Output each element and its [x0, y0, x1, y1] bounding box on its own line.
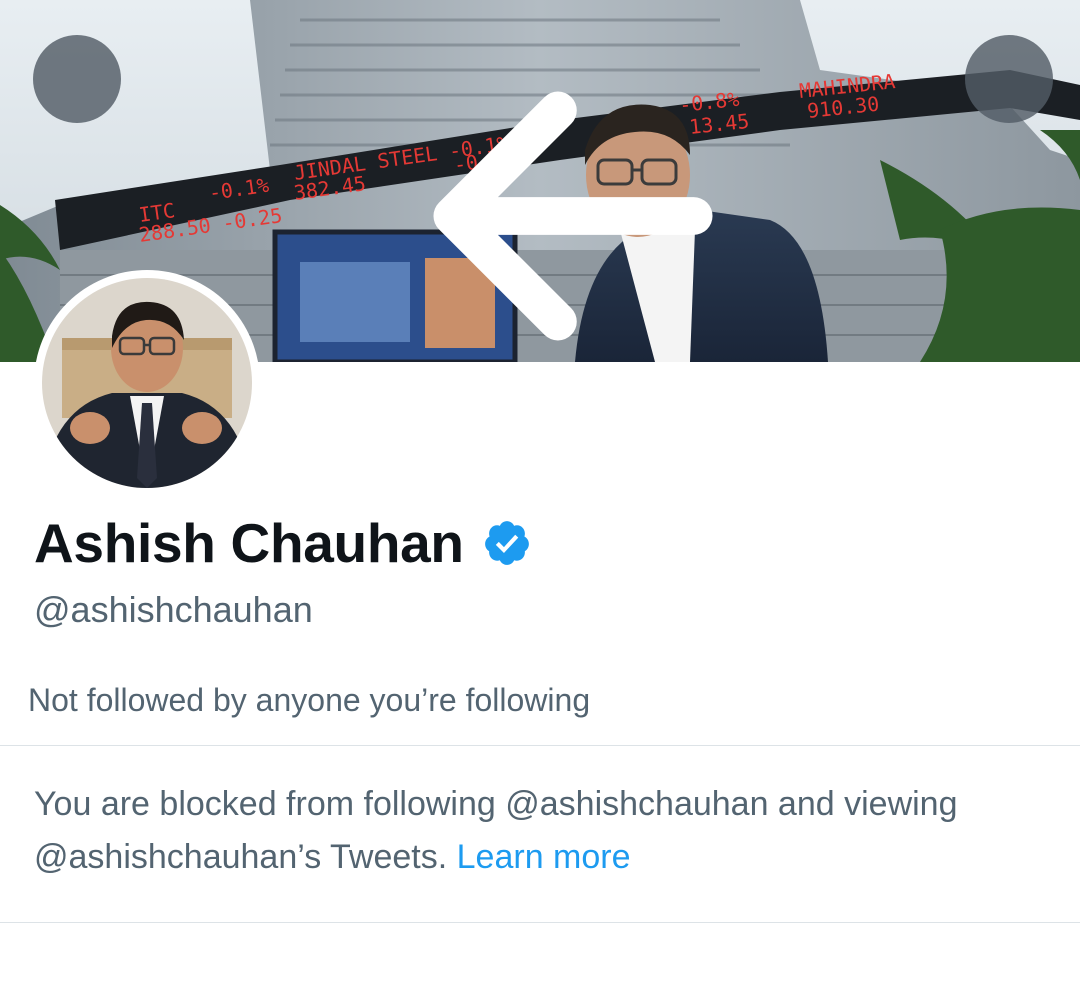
profile-page: ITC 288.50 -0.25 -0.1% JINDAL STEEL -0.1…	[0, 0, 1080, 996]
verified-badge-icon	[484, 521, 529, 565]
divider	[0, 745, 1080, 746]
profile-handle: @ashishchauhan	[34, 589, 313, 630]
more-options-button[interactable]	[965, 35, 1053, 123]
more-vertical-icon	[965, 35, 1080, 362]
blocked-notice: You are blocked from following @ashishch…	[34, 778, 1044, 884]
avatar[interactable]	[34, 270, 260, 496]
back-button[interactable]	[33, 35, 713, 341]
divider	[0, 922, 1080, 923]
learn-more-link[interactable]: Learn more	[457, 838, 631, 876]
profile-name-row: Ashish Chauhan	[34, 508, 532, 578]
display-name: Ashish Chauhan	[34, 512, 464, 574]
avatar-photo	[42, 278, 252, 488]
followers-you-know-note: Not followed by anyone you’re following	[28, 682, 591, 718]
